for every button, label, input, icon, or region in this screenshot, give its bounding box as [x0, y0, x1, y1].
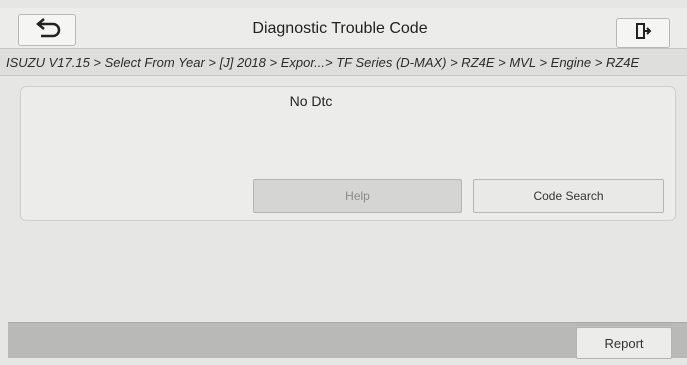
exit-button[interactable]	[616, 18, 670, 48]
report-button[interactable]: Report	[576, 327, 672, 359]
back-arrow-icon	[33, 17, 61, 43]
dtc-panel: No Dtc Help Code Search	[20, 86, 676, 221]
code-search-button[interactable]: Code Search	[473, 179, 664, 213]
title-bar: Diagnostic Trouble Code	[0, 8, 687, 48]
dtc-status-message: No Dtc	[289, 93, 333, 109]
page-title: Diagnostic Trouble Code	[252, 20, 428, 37]
screen: Diagnostic Trouble Code ISUZU V17.15 > S…	[0, 0, 687, 365]
breadcrumb: ISUZU V17.15 > Select From Year > [J] 20…	[0, 48, 687, 76]
bottom-toolbar: Report	[8, 322, 687, 359]
back-button[interactable]	[18, 14, 76, 46]
help-button[interactable]: Help	[253, 179, 462, 213]
exit-door-icon	[634, 22, 652, 45]
